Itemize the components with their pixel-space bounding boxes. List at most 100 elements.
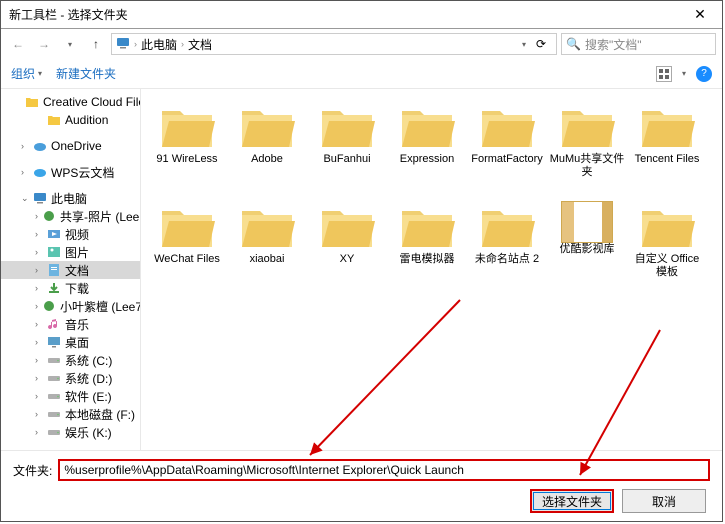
select-folder-button[interactable]: 选择文件夹	[530, 489, 614, 513]
view-options-button[interactable]	[656, 66, 672, 82]
doc-icon	[47, 263, 61, 277]
folder-item[interactable]: FormatFactory	[467, 99, 547, 199]
folder-item[interactable]: BuFanhui	[307, 99, 387, 199]
breadcrumb[interactable]: › 此电脑 › 文档 ▾ ⟳	[111, 33, 557, 55]
expand-chevron-icon[interactable]: ›	[35, 265, 43, 275]
nav-back-button[interactable]: ←	[7, 33, 29, 55]
folder-picker-window: 新工具栏 - 选择文件夹 ✕ ← → ▾ ↑ › 此电脑 › 文档 ▾ ⟳ 🔍 …	[0, 0, 723, 522]
breadcrumb-sep-icon: ›	[181, 39, 184, 49]
expand-chevron-icon[interactable]: ›	[35, 211, 38, 221]
expand-chevron-icon[interactable]: ⌄	[21, 193, 29, 204]
share-icon	[42, 209, 56, 223]
folder-icon	[639, 105, 695, 151]
expand-chevron-icon[interactable]: ›	[35, 229, 43, 239]
music-icon	[47, 317, 61, 331]
expand-chevron-icon[interactable]: ›	[35, 373, 43, 383]
help-button[interactable]: ?	[696, 66, 712, 82]
expand-chevron-icon[interactable]: ›	[35, 391, 43, 401]
folder-item[interactable]: Adobe	[227, 99, 307, 199]
tree-item[interactable]: › 小叶紫檀 (Lee7	[1, 297, 140, 315]
nav-forward-button: →	[33, 33, 55, 55]
tree-item[interactable]: ›WPS云文档	[1, 163, 140, 181]
drive-icon	[47, 425, 61, 439]
folder-label: Adobe	[251, 153, 283, 166]
tree-item-label: 共享-照片 (Lee7	[60, 208, 141, 225]
search-input[interactable]: 🔍 搜索"文档"	[561, 33, 716, 55]
titlebar: 新工具栏 - 选择文件夹 ✕	[1, 1, 722, 29]
pc-icon	[116, 36, 130, 53]
folder-icon	[319, 205, 375, 251]
tree-item[interactable]: ›系统 (D:)	[1, 369, 140, 387]
tree-item-label: 小叶紫檀 (Lee7	[60, 298, 141, 315]
expand-chevron-icon[interactable]: ›	[35, 247, 43, 257]
folder-item[interactable]: 自定义 Office 模板	[627, 199, 707, 299]
tree-item[interactable]: Audition	[1, 111, 140, 129]
expand-chevron-icon[interactable]: ›	[21, 141, 29, 151]
tree-item-label: Audition	[65, 113, 108, 127]
tree-item[interactable]: ⌄ 此电脑	[1, 189, 140, 207]
expand-chevron-icon[interactable]: ›	[35, 283, 43, 293]
tree-item[interactable]: ›视频	[1, 225, 140, 243]
tree-item-label: OneDrive	[51, 139, 102, 153]
nav-up-button[interactable]: ↑	[85, 33, 107, 55]
expand-chevron-icon[interactable]: ›	[35, 301, 38, 311]
folder-item[interactable]: 91 WireLess	[147, 99, 227, 199]
pc-icon	[33, 191, 47, 205]
folder-item[interactable]: xiaobai	[227, 199, 307, 299]
folder-label: BuFanhui	[323, 153, 370, 166]
sidebar-tree[interactable]: Creative Cloud Files Audition › OneDrive ›WP…	[1, 89, 141, 450]
tree-item[interactable]: ›下载	[1, 279, 140, 297]
folder-item[interactable]: 未命名站点 2	[467, 199, 547, 299]
drive-icon	[47, 371, 61, 385]
folder-icon	[47, 113, 61, 127]
tree-item[interactable]: ›音乐	[1, 315, 140, 333]
expand-chevron-icon[interactable]: ›	[35, 337, 43, 347]
breadcrumb-item[interactable]: 此电脑	[141, 36, 177, 53]
folder-icon	[239, 205, 295, 251]
tree-item[interactable]: ›本地磁盘 (F:)	[1, 405, 140, 423]
folder-icon	[159, 105, 215, 151]
folder-path-input[interactable]	[58, 459, 710, 481]
video-icon	[47, 227, 61, 241]
folder-label: 雷电模拟器	[400, 253, 455, 266]
expand-chevron-icon[interactable]: ›	[35, 409, 43, 419]
organize-button[interactable]: 组织 ▾	[11, 65, 42, 82]
tree-item[interactable]: › OneDrive	[1, 137, 140, 155]
nav-recent-dropdown[interactable]: ▾	[59, 33, 81, 55]
tree-item[interactable]: › 软件 (E:)	[1, 387, 140, 405]
folder-label: MuMu共享文件夹	[549, 153, 625, 179]
folder-item[interactable]: MuMu共享文件夹	[547, 99, 627, 199]
folder-item[interactable]: XY	[307, 199, 387, 299]
expand-chevron-icon[interactable]: ›	[35, 355, 43, 365]
expand-chevron-icon[interactable]: ›	[35, 319, 43, 329]
tree-item[interactable]: ›图片	[1, 243, 140, 261]
tree-item[interactable]: › 共享-照片 (Lee7	[1, 207, 140, 225]
folder-label: 91 WireLess	[156, 153, 217, 166]
tree-item[interactable]: ›娱乐 (K:)	[1, 423, 140, 441]
folder-item[interactable]: 优酷影视库	[547, 199, 627, 299]
tree-item[interactable]: Creative Cloud Files	[1, 93, 140, 111]
breadcrumb-item[interactable]: 文档	[188, 36, 212, 53]
folder-item[interactable]: Tencent Files	[627, 99, 707, 199]
cancel-button[interactable]: 取消	[622, 489, 706, 513]
expand-chevron-icon[interactable]: ›	[21, 167, 29, 177]
window-title: 新工具栏 - 选择文件夹	[5, 6, 682, 23]
close-button[interactable]: ✕	[682, 6, 718, 23]
folder-item[interactable]: 雷电模拟器	[387, 199, 467, 299]
breadcrumb-dropdown-icon[interactable]: ▾	[522, 40, 526, 49]
download-icon	[47, 281, 61, 295]
folder-item[interactable]: Expression	[387, 99, 467, 199]
tree-item-label: 软件 (E:)	[65, 388, 112, 405]
folder-grid[interactable]: 91 WireLess Adobe BuFanhui ExpressionFormat…	[141, 89, 722, 450]
folder-item[interactable]: WeChat Files	[147, 199, 227, 299]
chevron-down-icon[interactable]: ▾	[682, 69, 686, 78]
tree-item-label: 文档	[65, 262, 89, 279]
new-folder-button[interactable]: 新建文件夹	[56, 65, 116, 82]
expand-chevron-icon[interactable]: ›	[35, 427, 43, 437]
folder-icon	[159, 205, 215, 251]
tree-item-label: 此电脑	[51, 190, 87, 207]
tree-item[interactable]: ›系统 (C:)	[1, 351, 140, 369]
tree-item[interactable]: › 文档	[1, 261, 140, 279]
tree-item[interactable]: ›桌面	[1, 333, 140, 351]
refresh-button[interactable]: ⟳	[530, 37, 552, 51]
